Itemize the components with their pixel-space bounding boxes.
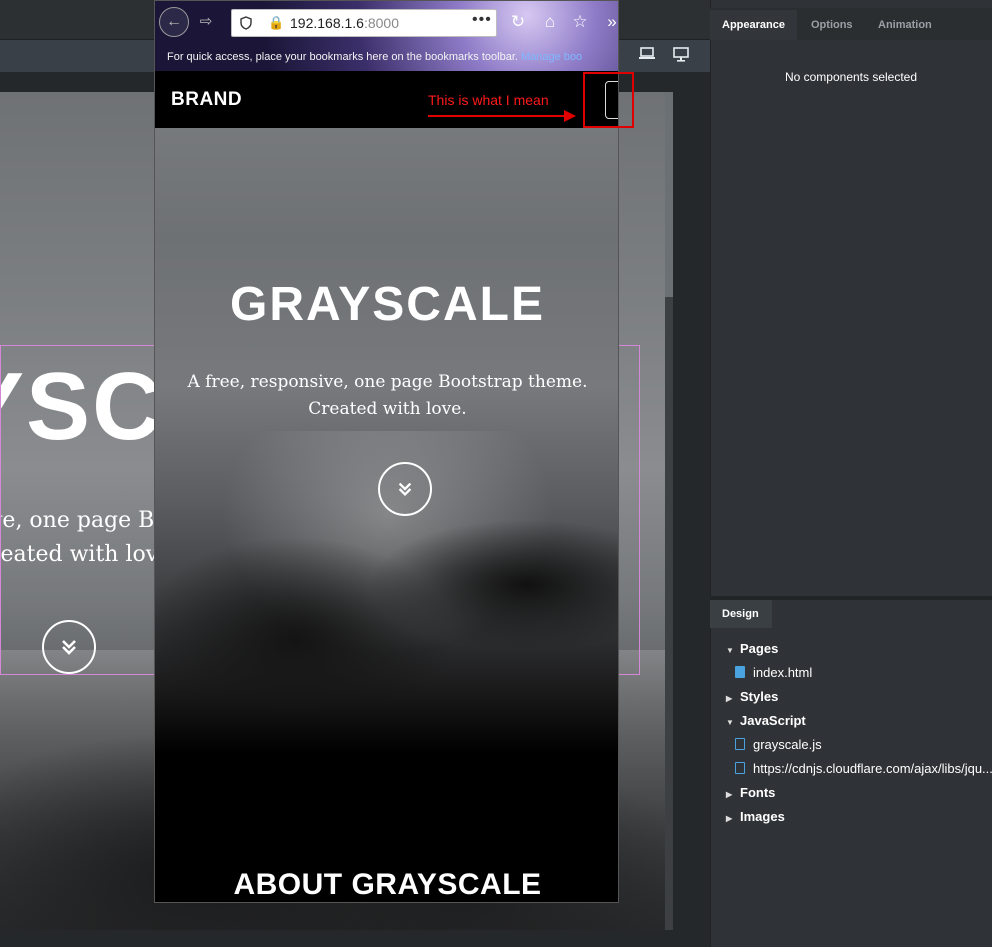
tab-design[interactable]: Design (710, 600, 772, 628)
empty-selection-message: No components selected (784, 70, 918, 84)
bookmarks-hint: For quick access, place your bookmarks h… (167, 51, 518, 63)
annotation-highlight-box (583, 72, 634, 128)
tree-folder-fonts[interactable]: ▶ Fonts (726, 782, 775, 804)
script-file-icon (735, 738, 745, 750)
laptop-icon[interactable] (638, 47, 656, 63)
back-arrow-icon[interactable]: ← (159, 7, 189, 37)
caret-right-icon: ▶ (726, 694, 733, 703)
forward-arrow-icon[interactable]: ⇨ (195, 11, 217, 33)
browser-toolbar: ← ⇨ 🔒 192.168.1.6:8000 ••• ↻ ⌂ ☆ » For q… (155, 1, 618, 71)
annotation-arrow-icon (428, 110, 576, 122)
page-file-icon (735, 666, 745, 678)
caret-right-icon: ▶ (726, 790, 733, 799)
desktop-icon[interactable] (672, 47, 690, 63)
home-icon[interactable]: ⌂ (537, 9, 563, 35)
site-page: BRAND ⋮ GRAYSCALE A free, responsive, on… (155, 71, 618, 902)
tree-folder-styles[interactable]: ▶ Styles (726, 686, 778, 708)
mobile-browser-window: ← ⇨ 🔒 192.168.1.6:8000 ••• ↻ ⌂ ☆ » For q… (154, 0, 619, 903)
script-file-icon (735, 762, 745, 774)
caret-down-icon: ▼ (726, 718, 734, 727)
hero-title: GRAYSCALE (230, 278, 545, 331)
tree-folder-images[interactable]: ▶ Images (726, 806, 785, 828)
tree-folder-pages[interactable]: ▼ Pages (726, 638, 778, 660)
tree-folder-javascript[interactable]: ▼ JavaScript (726, 710, 806, 732)
tree-file-index[interactable]: index.html (735, 662, 812, 684)
properties-panel (710, 0, 992, 947)
about-section-title: ABOUT GRAYSCALE (233, 868, 542, 901)
canvas-scrollbar-thumb[interactable] (665, 92, 673, 297)
url-text[interactable]: 192.168.1.6:8000 (290, 15, 399, 31)
bookmark-star-icon[interactable]: ☆ (567, 9, 593, 35)
overflow-chevron-icon[interactable]: » (599, 9, 618, 35)
shield-icon[interactable] (240, 16, 252, 30)
caret-down-icon: ▼ (726, 646, 734, 655)
navbar-brand[interactable]: BRAND (171, 89, 242, 111)
tree-file-jquery-cdn[interactable]: https://cdnjs.cloudflare.com/ajax/libs/j… (735, 758, 992, 780)
tree-file-grayscale-js[interactable]: grayscale.js (735, 734, 822, 756)
address-bar[interactable]: 🔒 192.168.1.6:8000 ••• (231, 9, 497, 37)
caret-right-icon: ▶ (726, 814, 733, 823)
double-chevron-down-icon[interactable] (378, 462, 432, 516)
tab-options[interactable]: Options (799, 10, 865, 40)
tab-appearance[interactable]: Appearance (710, 10, 797, 40)
hero-description: A free, responsive, one page Bootstrap t… (187, 372, 588, 419)
manage-bookmarks-link[interactable]: Manage boo (521, 51, 582, 63)
insecure-lock-icon[interactable]: 🔒 (268, 15, 284, 31)
more-options-icon[interactable]: ••• (472, 11, 492, 29)
bookmarks-toolbar: For quick access, place your bookmarks h… (155, 43, 618, 71)
reload-icon[interactable]: ↻ (505, 9, 531, 35)
annotation-text: This is what I mean (428, 92, 549, 108)
tab-animation[interactable]: Animation (866, 10, 944, 40)
